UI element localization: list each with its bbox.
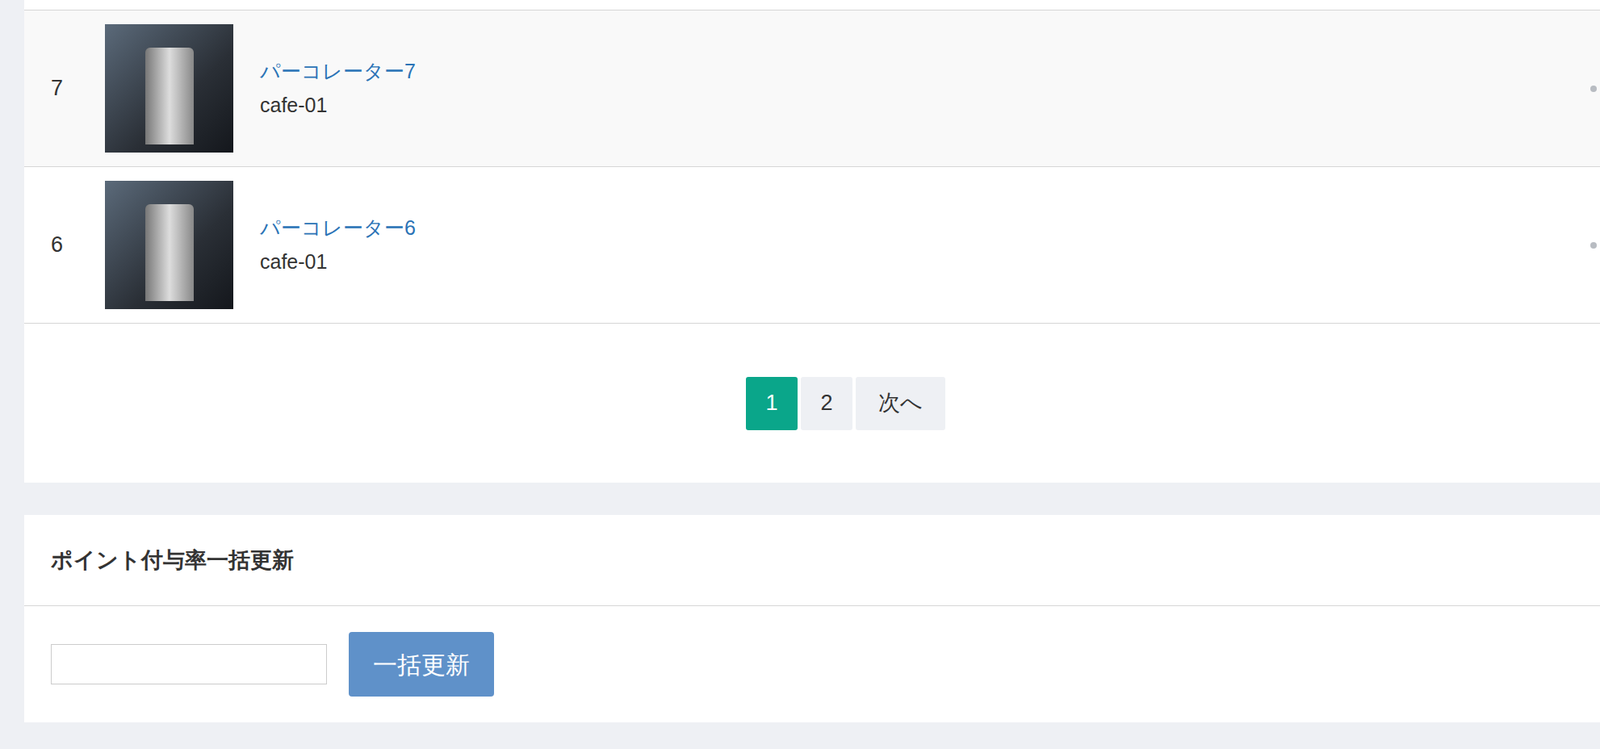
next-page-button[interactable]: 次へ bbox=[855, 376, 946, 431]
table-row[interactable]: 6 パーコレーター6cafe-01 bbox=[24, 167, 1600, 324]
page-button[interactable]: 1 bbox=[745, 376, 798, 431]
more-menu-icon[interactable] bbox=[1590, 85, 1600, 93]
bulk-update-button[interactable]: 一括更新 bbox=[348, 632, 495, 697]
row-number: 7 bbox=[24, 71, 105, 105]
point-rate-input[interactable] bbox=[50, 644, 327, 685]
bulk-update-title: ポイント付与率一括更新 bbox=[50, 544, 294, 578]
percolator-shape bbox=[145, 204, 194, 302]
product-info: パーコレーター7cafe-01 bbox=[233, 56, 416, 121]
product-info: パーコレーター6cafe-01 bbox=[233, 213, 416, 277]
page-button[interactable]: 2 bbox=[800, 376, 853, 431]
table-row[interactable]: 7 パーコレーター7cafe-01 bbox=[24, 10, 1600, 168]
product-list-panel: 7パーコレーター7cafe-016パーコレーター6cafe-01 12次へ bbox=[24, 0, 1600, 483]
product-name-link[interactable]: パーコレーター6 bbox=[259, 213, 416, 244]
previous-row bbox=[24, 0, 1600, 11]
bulk-update-card: ポイント付与率一括更新 一括更新 bbox=[24, 515, 1600, 723]
pagination: 12次へ bbox=[24, 323, 1600, 483]
dot-icon bbox=[1590, 242, 1597, 249]
more-menu-icon[interactable] bbox=[1590, 242, 1600, 249]
percolator-shape bbox=[145, 47, 194, 145]
product-image bbox=[104, 24, 234, 153]
product-name-link[interactable]: パーコレーター7 bbox=[259, 56, 416, 88]
product-code: cafe-01 bbox=[259, 90, 416, 122]
product-code: cafe-01 bbox=[259, 247, 416, 278]
row-number: 6 bbox=[24, 228, 105, 262]
dot-icon bbox=[1590, 85, 1597, 93]
product-image bbox=[104, 180, 234, 310]
